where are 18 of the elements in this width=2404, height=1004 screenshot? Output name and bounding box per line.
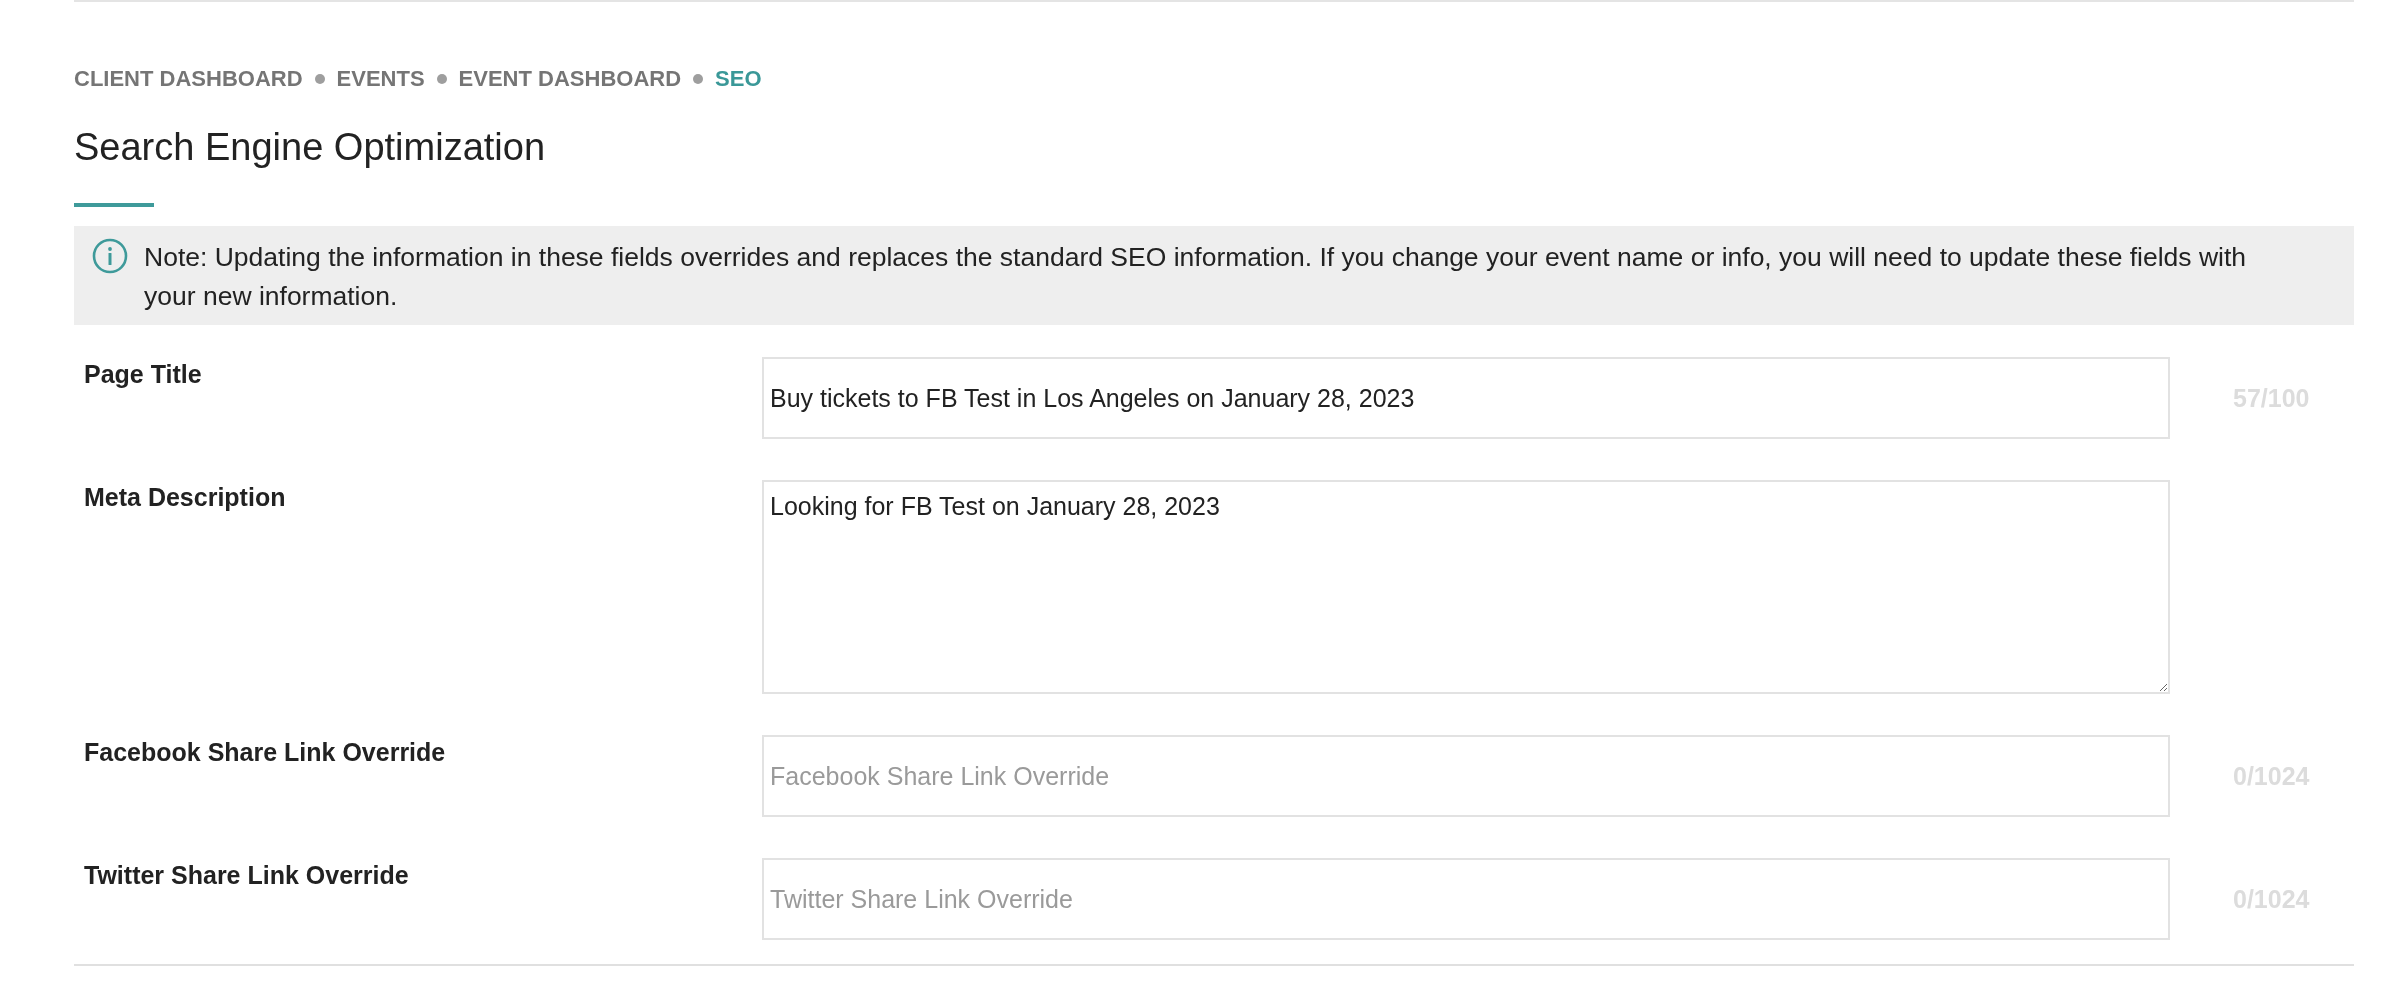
breadcrumb-item[interactable]: EVENT DASHBOARD [458, 66, 682, 92]
separator-dot-icon [693, 74, 704, 84]
breadcrumb-item: SEO [715, 66, 762, 92]
textarea-field[interactable]: Looking for FB Test on January 28, 2023 [762, 480, 2170, 694]
info-icon [92, 238, 128, 274]
separator-dot-icon [436, 74, 447, 84]
note-text: Note: Updating the information in these fields overrides and replaces the standard SEO information. If you change your event name or info, you will need to update these fields with your new information. [144, 241, 2248, 313]
field-label: Facebook Share Link Override [84, 737, 446, 767]
input-field[interactable]: Facebook Share Link Override [762, 735, 2170, 817]
breadcrumb-item[interactable]: EVENTS [336, 66, 425, 92]
field-label: Meta Description [84, 482, 286, 512]
input-field[interactable]: Twitter Share Link Override [762, 858, 2170, 940]
breadcrumb-item[interactable]: CLIENT DASHBOARD [74, 66, 303, 92]
field-label: Page Title [84, 359, 202, 389]
field-label: Twitter Share Link Override [84, 860, 409, 890]
input-field[interactable]: Buy tickets to FB Test in Los Angeles on January 28, 2023 [762, 357, 2170, 439]
separator-dot-icon [314, 74, 325, 84]
page-title: Search Engine Optimization [74, 125, 546, 170]
